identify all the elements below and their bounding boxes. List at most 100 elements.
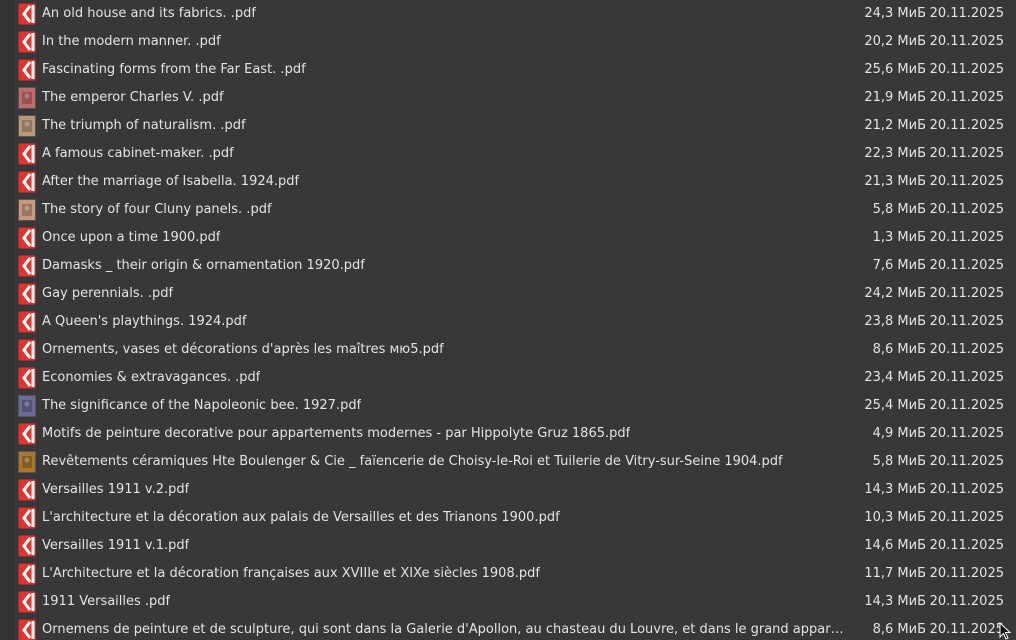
pdf-icon <box>18 479 36 501</box>
file-name: Versailles 1911 v.1.pdf <box>42 538 190 553</box>
pdf-icon <box>18 591 36 613</box>
file-name: A Queen's playthings. 1924.pdf <box>42 314 247 329</box>
file-row[interactable]: Damasks _ their origin & ornamentation 1… <box>14 252 1016 280</box>
file-row[interactable]: In the modern manner. .pdf 20,2 МиБ 20.11.… <box>14 28 1016 56</box>
file-size: 11,7 МиБ <box>864 566 926 581</box>
file-size: 21,2 МиБ <box>864 118 926 133</box>
file-name: After the marriage of Isabella. 1924.pdf <box>42 174 300 189</box>
file-size: 21,9 МиБ <box>864 90 926 105</box>
file-date: 20.11.2025 <box>929 202 1004 217</box>
file-name: The emperor Charles V. .pdf <box>42 90 224 105</box>
pdf-thumbnail-icon <box>18 395 36 417</box>
file-size: 14,3 МиБ <box>864 482 926 497</box>
file-size: 22,3 МиБ <box>864 146 926 161</box>
pdf-thumbnail-icon <box>18 115 36 137</box>
file-date: 20.11.2025 <box>929 286 1004 301</box>
file-name: Economies & extravagances. .pdf <box>42 370 261 385</box>
file-name: An old house and its fabrics. .pdf <box>42 6 256 21</box>
file-size: 24,3 МиБ <box>864 6 926 21</box>
pdf-icon <box>18 31 36 53</box>
file-name: Fascinating forms from the Far East. .pd… <box>42 62 306 77</box>
file-date: 20.11.2025 <box>929 230 1004 245</box>
file-size: 24,2 МиБ <box>864 286 926 301</box>
pdf-icon <box>18 59 36 81</box>
file-size: 10,3 МиБ <box>864 510 926 525</box>
file-name: Ornements, vases et décorations d'après … <box>42 342 444 357</box>
file-date: 20.11.2025 <box>929 454 1004 469</box>
file-name: The triumph of naturalism. .pdf <box>42 118 246 133</box>
file-row[interactable]: The story of four Cluny panels. .pdf 5,8 … <box>14 196 1016 224</box>
file-row[interactable]: The emperor Charles V. .pdf 21,9 МиБ 20.11… <box>14 84 1016 112</box>
pdf-icon <box>18 311 36 333</box>
file-row[interactable]: Fascinating forms from the Far East. .pd… <box>14 56 1016 84</box>
file-row[interactable]: Gay perennials. .pdf 24,2 МиБ 20.11.2025 <box>14 280 1016 308</box>
file-size: 8,6 МиБ <box>872 622 926 637</box>
file-row[interactable]: Once upon a time 1900.pdf 1,3 МиБ 20.11.20… <box>14 224 1016 252</box>
pdf-icon <box>18 423 36 445</box>
file-size: 14,6 МиБ <box>864 538 926 553</box>
file-row[interactable]: The significance of the Napoleonic bee. … <box>14 392 1016 420</box>
file-name: L'architecture et la décoration aux pala… <box>42 510 560 525</box>
file-date: 20.11.2025 <box>929 510 1004 525</box>
pdf-icon <box>18 619 36 640</box>
file-date: 20.11.2025 <box>929 398 1004 413</box>
file-row[interactable]: Versailles 1911 v.2.pdf 14,3 МиБ 20.11.202… <box>14 476 1016 504</box>
file-row[interactable]: Revêtements céramiques Hte Boulenger & C… <box>14 448 1016 476</box>
file-date: 20.11.2025 <box>929 174 1004 189</box>
file-date: 20.11.2025 <box>929 118 1004 133</box>
file-date: 20.11.2025 <box>929 62 1004 77</box>
pdf-icon <box>18 507 36 529</box>
file-date: 20.11.2025 <box>929 90 1004 105</box>
file-date: 20.11.2025 <box>929 258 1004 273</box>
pdf-icon <box>18 171 36 193</box>
file-size: 14,3 МиБ <box>864 594 926 609</box>
pdf-icon <box>18 563 36 585</box>
file-row[interactable]: L'Architecture et la décoration français… <box>14 560 1016 588</box>
pdf-icon <box>18 339 36 361</box>
file-name: Damasks _ their origin & ornamentation 1… <box>42 258 365 273</box>
pdf-icon <box>18 367 36 389</box>
side-panel-edge <box>0 0 14 640</box>
file-row[interactable]: A Queen's playthings. 1924.pdf 23,8 МиБ 20… <box>14 308 1016 336</box>
file-row[interactable]: After the marriage of Isabella. 1924.pdf… <box>14 168 1016 196</box>
file-size: 7,6 МиБ <box>872 258 926 273</box>
file-row[interactable]: Economies & extravagances. .pdf 23,4 МиБ 2… <box>14 364 1016 392</box>
file-name: Versailles 1911 v.2.pdf <box>42 482 190 497</box>
pdf-icon <box>18 535 36 557</box>
file-size: 8,6 МиБ <box>872 342 926 357</box>
file-name: A famous cabinet-maker. .pdf <box>42 146 234 161</box>
pdf-icon <box>18 3 36 25</box>
file-row[interactable]: 1911 Versailles .pdf 14,3 МиБ 20.11.2025 <box>14 588 1016 616</box>
file-name: In the modern manner. .pdf <box>42 34 221 49</box>
file-row[interactable]: The triumph of naturalism. .pdf 21,2 МиБ 2… <box>14 112 1016 140</box>
file-date: 20.11.2025 <box>929 314 1004 329</box>
file-row[interactable]: A famous cabinet-maker. .pdf 22,3 МиБ 20.1… <box>14 140 1016 168</box>
pdf-icon <box>18 255 36 277</box>
file-name: The significance of the Napoleonic bee. … <box>42 398 362 413</box>
file-date: 20.11.2025 <box>929 34 1004 49</box>
file-row[interactable]: Versailles 1911 v.1.pdf 14,6 МиБ 20.11.202… <box>14 532 1016 560</box>
file-size: 21,3 МиБ <box>864 174 926 189</box>
file-row[interactable]: Motifs de peinture decorative pour appar… <box>14 420 1016 448</box>
file-row[interactable]: Ornemens de peinture et de sculpture, qu… <box>14 616 1016 640</box>
file-row[interactable]: L'architecture et la décoration aux pala… <box>14 504 1016 532</box>
file-date: 20.11.2025 <box>929 622 1004 637</box>
file-size: 25,6 МиБ <box>864 62 926 77</box>
file-row[interactable]: An old house and its fabrics. .pdf 24,3 М… <box>14 0 1016 28</box>
file-date: 20.11.2025 <box>929 482 1004 497</box>
file-date: 20.11.2025 <box>929 146 1004 161</box>
file-date: 20.11.2025 <box>929 342 1004 357</box>
file-size: 4,9 МиБ <box>872 426 926 441</box>
file-name: L'Architecture et la décoration français… <box>42 566 540 581</box>
pdf-icon <box>18 283 36 305</box>
file-size: 23,8 МиБ <box>864 314 926 329</box>
file-size: 20,2 МиБ <box>864 34 926 49</box>
file-date: 20.11.2025 <box>929 426 1004 441</box>
file-row[interactable]: Ornements, vases et décorations d'après … <box>14 336 1016 364</box>
file-list[interactable]: An old house and its fabrics. .pdf 24,3 М… <box>14 0 1016 640</box>
file-date: 20.11.2025 <box>929 538 1004 553</box>
file-name: Ornemens de peinture et de sculpture, qu… <box>42 622 847 637</box>
file-size: 23,4 МиБ <box>864 370 926 385</box>
file-name: Once upon a time 1900.pdf <box>42 230 221 245</box>
file-size: 5,8 МиБ <box>872 454 926 469</box>
